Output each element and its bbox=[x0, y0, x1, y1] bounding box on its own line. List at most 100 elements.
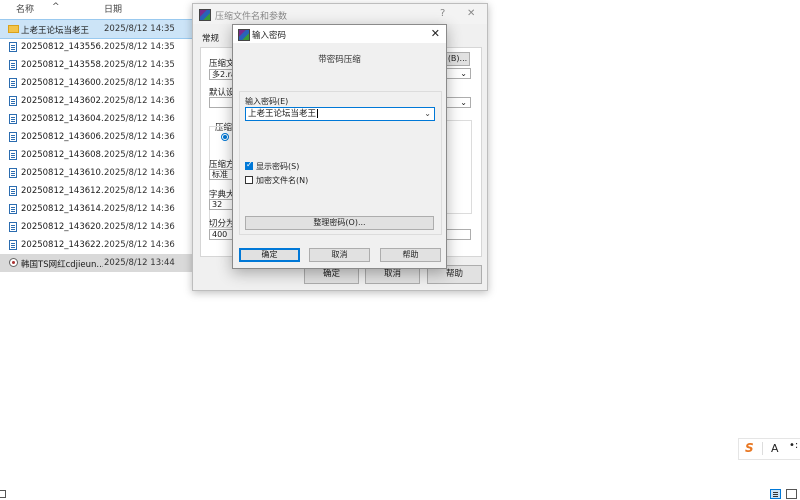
archive-window-title: 压缩文件名和参数 bbox=[215, 12, 288, 22]
file-name: 20250812_143620... bbox=[21, 222, 103, 232]
column-header-name[interactable]: 名称 bbox=[16, 2, 34, 15]
document-icon bbox=[9, 240, 17, 250]
file-name: 20250812_143604... bbox=[21, 114, 103, 124]
document-icon bbox=[9, 204, 17, 214]
ime-toolbar: S A •: bbox=[738, 438, 800, 460]
document-icon bbox=[9, 150, 17, 160]
file-name: 20250812_143608... bbox=[21, 150, 103, 160]
file-row[interactable]: 20250812_143604... 2025/8/12 14:36 bbox=[0, 110, 192, 128]
close-icon[interactable]: ✕ bbox=[431, 27, 440, 40]
show-password-label[interactable]: 显示密码(S) bbox=[256, 161, 299, 172]
input-mode-toggle[interactable]: A bbox=[771, 442, 779, 455]
close-icon[interactable]: ✕ bbox=[467, 8, 475, 19]
file-date: 2025/8/12 13:44 bbox=[104, 258, 175, 268]
file-row[interactable]: 上老王论坛当老王 2025/8/12 14:35 bbox=[0, 19, 193, 39]
file-row[interactable]: 20250812_143614... 2025/8/12 14:36 bbox=[0, 200, 192, 218]
large-icons-view-icon[interactable] bbox=[786, 489, 797, 499]
file-date: 2025/8/12 14:35 bbox=[104, 60, 175, 70]
password-dialog-heading: 带密码压缩 bbox=[318, 55, 361, 65]
file-date: 2025/8/12 14:36 bbox=[104, 168, 175, 178]
tab-general[interactable]: 常规 bbox=[202, 32, 219, 44]
file-date: 2025/8/12 14:36 bbox=[104, 204, 175, 214]
file-name: 上老王论坛当老王 bbox=[21, 26, 90, 36]
sort-ascending-icon: ^ bbox=[52, 2, 60, 12]
organize-passwords-button[interactable]: 整理密码(O)... bbox=[245, 216, 434, 230]
browse-button[interactable]: (B)... bbox=[445, 52, 470, 66]
options-group-box bbox=[447, 120, 472, 214]
file-row[interactable]: 20250812_143610... 2025/8/12 14:36 bbox=[0, 164, 192, 182]
file-row[interactable]: 20250812_143622... 2025/8/12 14:36 bbox=[0, 236, 192, 254]
password-help-button[interactable]: 帮助 bbox=[380, 248, 441, 262]
profile-select[interactable] bbox=[209, 97, 233, 108]
encrypt-filenames-label[interactable]: 加密文件名(N) bbox=[256, 175, 308, 186]
file-row[interactable]: 20250812_143606... 2025/8/12 14:36 bbox=[0, 128, 192, 146]
dictionary-size-select[interactable]: 32 bbox=[209, 199, 233, 210]
file-name: 20250812_143612... bbox=[21, 186, 103, 196]
file-date: 2025/8/12 14:36 bbox=[104, 186, 175, 196]
file-date: 2025/8/12 14:36 bbox=[104, 150, 175, 160]
file-date: 2025/8/12 14:35 bbox=[104, 24, 175, 34]
file-row[interactable]: 20250812_143608... 2025/8/12 14:36 bbox=[0, 146, 192, 164]
password-dialog: 输入密码 ✕ 带密码压缩 输入密码(E) 上老王论坛当老王 ⌄ 显示密码(S) … bbox=[232, 24, 447, 269]
profile-dropdown[interactable]: ⌄ bbox=[445, 97, 471, 108]
archive-window-titlebar: 压缩文件名和参数 ? ✕ bbox=[193, 4, 487, 24]
text-cursor bbox=[317, 109, 319, 118]
file-row[interactable]: 20250812_143612... 2025/8/12 14:36 bbox=[0, 182, 192, 200]
file-name: 20250812_143610... bbox=[21, 168, 103, 178]
file-name: 20250812_143556... bbox=[21, 42, 103, 52]
file-date: 2025/8/12 14:36 bbox=[104, 132, 175, 142]
split-unit-select[interactable] bbox=[445, 229, 471, 240]
file-name: 20250812_143600... bbox=[21, 78, 103, 88]
toolbar-divider bbox=[762, 442, 763, 455]
file-name: 20250812_143602... bbox=[21, 96, 103, 106]
file-list: 上老王论坛当老王 2025/8/12 14:35 20250812_143556..… bbox=[0, 19, 193, 272]
column-header-date[interactable]: 日期 bbox=[104, 2, 122, 15]
punctuation-mode-toggle[interactable]: •: bbox=[789, 440, 798, 451]
status-bar-icon bbox=[0, 490, 6, 498]
document-icon bbox=[9, 132, 17, 142]
sogou-logo-icon[interactable]: S bbox=[745, 441, 754, 455]
file-row[interactable]: 20250812_143602... 2025/8/12 14:36 bbox=[0, 92, 192, 110]
file-date: 2025/8/12 14:36 bbox=[104, 240, 175, 250]
file-date: 2025/8/12 14:36 bbox=[104, 222, 175, 232]
file-row[interactable]: 20250812_143558... 2025/8/12 14:35 bbox=[0, 56, 192, 74]
password-ok-button[interactable]: 确定 bbox=[239, 248, 300, 262]
file-date: 2025/8/12 14:35 bbox=[104, 42, 175, 52]
file-date: 2025/8/12 14:36 bbox=[104, 114, 175, 124]
password-value: 上老王论坛当老王 bbox=[248, 109, 317, 119]
file-name: 韩国TS网红cdjieun... bbox=[21, 260, 103, 270]
file-row[interactable]: 20250812_143620... 2025/8/12 14:36 bbox=[0, 218, 192, 236]
file-date: 2025/8/12 14:36 bbox=[104, 96, 175, 106]
winrar-app-icon bbox=[199, 9, 211, 21]
password-dialog-titlebar: 输入密码 ✕ bbox=[233, 25, 446, 43]
file-name: 20250812_143606... bbox=[21, 132, 103, 142]
file-name: 20250812_143622... bbox=[21, 240, 103, 250]
folder-icon bbox=[8, 25, 19, 33]
document-icon bbox=[9, 168, 17, 178]
archive-name-label: 压缩文 bbox=[209, 59, 235, 69]
file-row[interactable]: 20250812_143600... 2025/8/12 14:35 bbox=[0, 74, 192, 92]
details-view-icon[interactable] bbox=[770, 489, 781, 499]
password-cancel-button[interactable]: 取消 bbox=[309, 248, 370, 262]
show-password-checkbox[interactable] bbox=[245, 160, 253, 170]
chevron-down-icon[interactable]: ⌄ bbox=[424, 108, 431, 120]
document-icon bbox=[9, 114, 17, 124]
document-icon bbox=[9, 222, 17, 232]
password-label: 输入密码(E) bbox=[245, 97, 289, 106]
split-volume-field[interactable]: 400 bbox=[209, 229, 233, 240]
update-mode-select[interactable]: ⌄ bbox=[445, 68, 471, 79]
file-row[interactable]: 20250812_143556... 2025/8/12 14:35 bbox=[0, 38, 192, 56]
winrar-app-icon bbox=[238, 29, 250, 41]
document-icon bbox=[9, 186, 17, 196]
file-date: 2025/8/12 14:35 bbox=[104, 78, 175, 88]
encrypt-filenames-checkbox[interactable] bbox=[245, 176, 253, 184]
password-dialog-title: 输入密码 bbox=[252, 31, 287, 41]
file-row[interactable]: 韩国TS网红cdjieun... 2025/8/12 13:44 bbox=[0, 254, 192, 272]
rar-archive-icon bbox=[9, 258, 18, 267]
help-icon[interactable]: ? bbox=[440, 8, 445, 19]
document-icon bbox=[9, 42, 17, 52]
file-name: 20250812_143614... bbox=[21, 204, 103, 214]
password-input[interactable]: 上老王论坛当老王 ⌄ bbox=[245, 107, 435, 121]
method-select[interactable]: 标准 bbox=[209, 169, 233, 180]
document-icon bbox=[9, 96, 17, 106]
